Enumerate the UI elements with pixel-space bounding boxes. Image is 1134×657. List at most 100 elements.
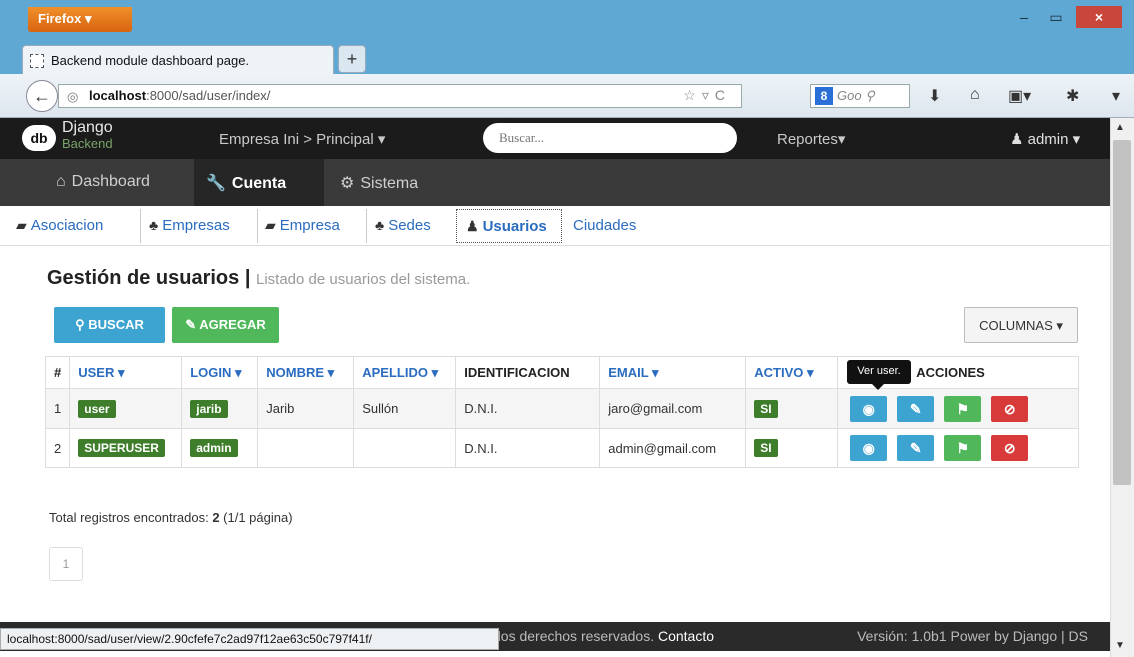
logo-icon[interactable]: db (22, 125, 56, 151)
page-subtitle: Listado de usuarios del sistema. (255, 271, 471, 288)
page-icon (30, 54, 44, 68)
bookmark-star-icon[interactable]: ☆▿C (683, 87, 731, 104)
empresa-dropdown[interactable]: Empresa Ini > Principal ▾ (219, 130, 385, 148)
ban-icon: ⊘ (1003, 440, 1016, 456)
tab-sedes-label: Sedes (388, 217, 431, 234)
page-title: Gestión de usuarios | Listado de usuario… (47, 267, 470, 290)
firefox-menu-button[interactable]: Firefox ▾ (28, 7, 132, 32)
search-icon[interactable]: ⚲ (865, 88, 875, 103)
page-title-text: Gestión de usuarios (47, 267, 240, 289)
eye-icon: ◉ (862, 440, 875, 456)
tab-sedes[interactable]: ♣ Sedes (375, 209, 431, 243)
tab-asociacion[interactable]: ▰ Asociacion (16, 209, 103, 243)
wrench-icon: 🔧 (206, 175, 226, 192)
col-num: # (44, 356, 70, 389)
col-activo[interactable]: ACTIVO ▾ (745, 356, 838, 389)
toolbar-menu-icon[interactable]: ▾ (1112, 86, 1120, 106)
status-bar-url: localhost:8000/sad/user/view/2.90cfefe7c… (0, 628, 499, 650)
title-separator: | (239, 267, 256, 289)
activo-label: SI (754, 439, 778, 457)
nav-cuenta-label: Cuenta (231, 175, 287, 192)
tab-divider (366, 209, 367, 243)
cell-num: 1 (44, 388, 70, 429)
delete-button[interactable]: ⊘ (991, 435, 1029, 461)
nav-sistema[interactable]: ⚙ Sistema (324, 159, 460, 206)
buscar-button[interactable]: ⚲ BUSCAR (54, 307, 165, 343)
minimize-button[interactable]: ‒ (1010, 6, 1038, 28)
firebug-icon[interactable]: ✱ (1066, 86, 1079, 106)
back-button[interactable]: ← (26, 80, 58, 112)
col-nombre[interactable]: NOMBRE ▾ (257, 356, 354, 389)
total-prefix: Total registros encontrados: (49, 510, 213, 525)
nav-dashboard-label: Dashboard (71, 173, 150, 190)
home-icon[interactable]: ⌂ (970, 86, 980, 104)
url-bar[interactable]: ◎ localhost:8000/sad/user/index/ ☆▿C (58, 84, 742, 108)
login-label: admin (190, 439, 238, 457)
cell-activo: SI (745, 388, 838, 429)
edit-icon: ✎ (909, 440, 922, 456)
scroll-thumb[interactable] (1113, 140, 1131, 485)
view-button[interactable]: ◉ (850, 435, 888, 461)
user-icon: ♟ (466, 218, 479, 234)
edit-icon: ✎ (909, 400, 922, 417)
download-icon[interactable]: ⬇ (928, 86, 941, 106)
browser-search-placeholder: Goo (837, 88, 862, 103)
edit-button[interactable]: ✎ (897, 435, 935, 461)
col-login[interactable]: LOGIN ▾ (181, 356, 258, 389)
tab-ciudades[interactable]: Ciudades (573, 209, 636, 243)
reportes-dropdown[interactable]: Reportes▾ (777, 130, 845, 148)
col-user[interactable]: USER ▾ (69, 356, 182, 389)
tooltip-arrow (872, 384, 884, 390)
cell-activo: SI (745, 428, 838, 468)
tab-empresa[interactable]: ▰ Empresa (265, 209, 340, 243)
delete-button[interactable]: ⊘ (991, 395, 1029, 422)
nav-cuenta[interactable]: 🔧 Cuenta (194, 159, 324, 206)
col-apellido[interactable]: APELLIDO ▾ (353, 356, 456, 389)
search-input[interactable] (483, 123, 737, 153)
login-label: jarib (190, 399, 228, 418)
table-row: 1 user jarib Jarib Sullón D.N.I. jaro@gm… (44, 388, 1079, 429)
cell-num: 2 (44, 428, 70, 468)
tab-empresas[interactable]: ♣ Empresas (149, 209, 230, 243)
browser-search-bar[interactable]: 8 Goo ⚲ (810, 84, 910, 108)
total-records: Total registros encontrados: 2 (1/1 pági… (49, 510, 293, 525)
close-window-button[interactable]: × (1076, 6, 1122, 28)
cell-email: admin@gmail.com (599, 428, 746, 468)
footer-version: Versión: 1.0b1 Power by Django | DS (857, 628, 1088, 644)
cell-nombre (257, 428, 354, 468)
columnas-dropdown[interactable]: COLUMNAS ▾ (964, 307, 1078, 343)
agregar-button[interactable]: ✎ AGREGAR (172, 307, 279, 343)
ban-icon: ⊘ (1003, 400, 1016, 417)
contact-link[interactable]: Contacto (658, 628, 714, 644)
eye-icon: ◉ (862, 400, 875, 417)
title-bar (0, 0, 1134, 36)
extension-icon[interactable]: ▣▾ (1008, 86, 1031, 106)
new-tab-button[interactable]: + (338, 45, 366, 73)
users-table: # USER ▾ LOGIN ▾ NOMBRE ▾ APELLIDO ▾ IDE… (44, 356, 1079, 468)
buscar-label: BUSCAR (88, 317, 144, 332)
flag-button[interactable]: ⚑ (944, 395, 982, 422)
url-path: :8000/sad/user/index/ (146, 88, 271, 103)
user-dropdown[interactable]: ♟ admin ▾ (1010, 130, 1080, 148)
search-engine-icon[interactable]: 8 (815, 87, 833, 105)
view-button[interactable]: ◉ (850, 395, 888, 422)
maximize-button[interactable]: ▭ (1042, 6, 1070, 28)
tab-usuarios-label: Usuarios (482, 218, 547, 235)
browser-tab[interactable]: Backend module dashboard page. (22, 45, 334, 75)
scroll-down-arrow[interactable]: ▼ (1115, 640, 1125, 651)
logo-title[interactable]: Django (62, 120, 113, 136)
flag-button[interactable]: ⚑ (944, 435, 982, 461)
cell-identificacion: D.N.I. (455, 388, 600, 429)
col-email[interactable]: EMAIL ▾ (599, 356, 746, 389)
tab-empresa-label: Empresa (279, 217, 340, 234)
url-host: localhost (89, 88, 147, 103)
cell-acciones: ◉ ✎ ⚑ ⊘ (837, 388, 1079, 429)
edit-button[interactable]: ✎ (897, 395, 935, 422)
page-button[interactable]: 1 (49, 547, 83, 581)
tab-empresas-label: Empresas (162, 217, 230, 234)
tab-usuarios[interactable]: ♟ Usuarios (456, 209, 562, 243)
edit-icon: ✎ (185, 317, 197, 332)
scroll-up-arrow[interactable]: ▲ (1115, 122, 1125, 133)
nav-dashboard[interactable]: ⌂ Dashboard (44, 159, 194, 206)
user-menu-label: admin ▾ (1027, 131, 1081, 148)
